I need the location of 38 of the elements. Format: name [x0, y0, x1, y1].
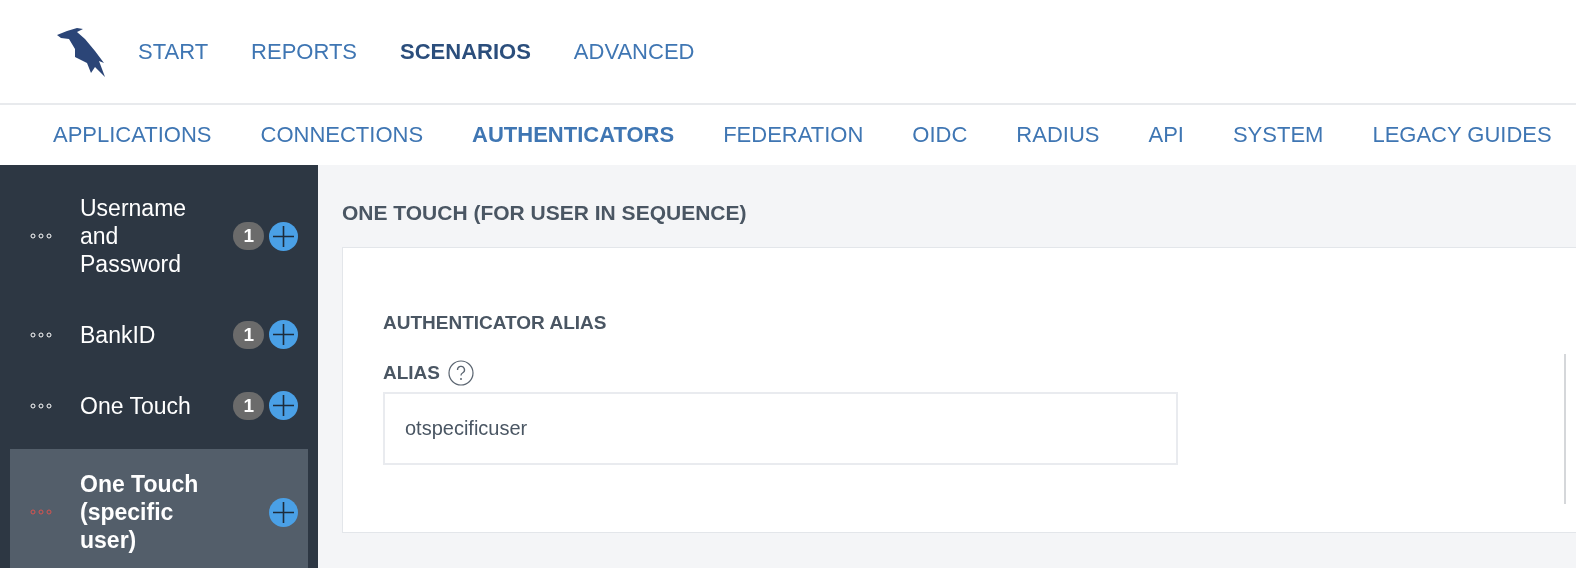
nav-tab[interactable]: SCENARIOS — [400, 38, 531, 65]
add-icon[interactable] — [269, 391, 298, 420]
help-icon[interactable] — [448, 360, 474, 386]
subnav-tab[interactable]: AUTHENTICATORS — [472, 122, 675, 148]
count-badge: 1 — [233, 222, 264, 250]
nav-tab[interactable]: REPORTS — [251, 38, 358, 65]
sidebar-item-label: One Touch (specific user) — [80, 470, 200, 554]
subnav-tab[interactable]: SYSTEM — [1232, 122, 1324, 148]
add-icon[interactable] — [269, 221, 298, 251]
sidebar-item-label: One Touch — [80, 391, 192, 420]
drag-handle-icon[interactable] — [30, 509, 52, 515]
count-badge: 1 — [233, 320, 264, 349]
subnav-tab[interactable]: OIDC — [912, 122, 968, 148]
section-title: AUTHENTICATOR ALIAS — [383, 311, 608, 335]
field-label: ALIAS — [383, 362, 440, 384]
add-icon[interactable] — [269, 497, 298, 527]
sidebar-item[interactable]: One Touch 1 — [10, 370, 308, 441]
drag-handle-icon[interactable] — [30, 331, 52, 338]
sidebar-item[interactable]: BankID 1 — [10, 299, 308, 370]
subnav-tab[interactable]: API — [1148, 122, 1184, 148]
nav-tab[interactable]: START — [138, 38, 209, 65]
subnav-tab[interactable]: LEGACY GUIDES — [1372, 122, 1552, 148]
sidebar-item[interactable]: One Touch (specific user) — [10, 449, 308, 568]
add-icon[interactable] — [269, 320, 298, 349]
page-title: ONE TOUCH (FOR USER IN SEQUENCE) — [342, 200, 748, 226]
nav-tab[interactable]: ADVANCED — [573, 38, 695, 65]
sidebar-item-label: Username and Password — [80, 194, 188, 278]
subnav-tab[interactable]: CONNECTIONS — [260, 122, 424, 148]
scrollbar[interactable] — [1564, 354, 1566, 504]
count-badge: 1 — [233, 391, 264, 420]
subnav-tab[interactable]: FEDERATION — [723, 122, 864, 148]
alias-input[interactable]: otspecificuser — [383, 392, 1178, 465]
sidebar-item[interactable]: Username and Password 1 — [10, 173, 308, 299]
drag-handle-icon[interactable] — [30, 233, 52, 239]
drag-handle-icon[interactable] — [30, 402, 52, 409]
subnav-tab[interactable]: APPLICATIONS — [53, 122, 212, 148]
subnav-tab[interactable]: RADIUS — [1016, 122, 1100, 148]
sidebar-item-label: BankID — [80, 320, 157, 349]
